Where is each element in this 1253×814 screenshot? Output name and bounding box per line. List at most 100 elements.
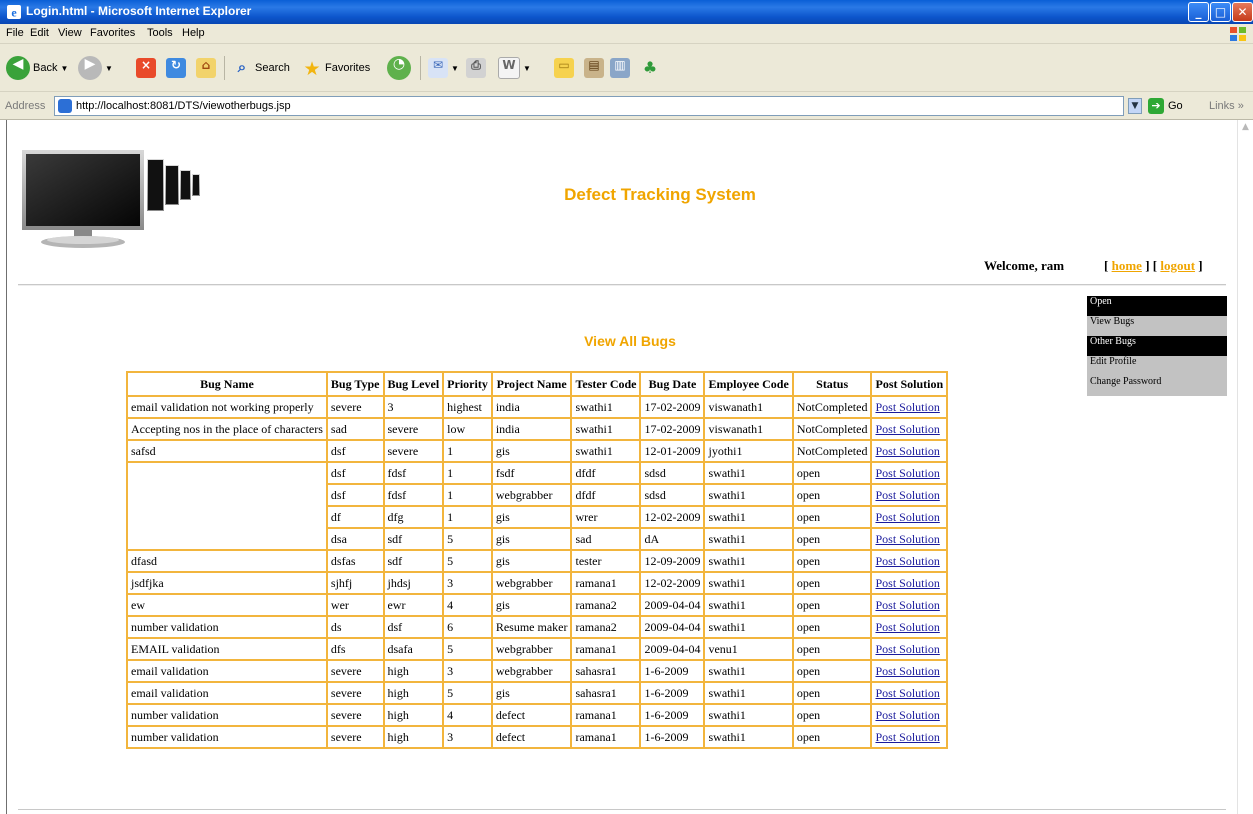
address-dropdown-button[interactable]: ▼ [1128, 98, 1142, 114]
table-cell: open [791, 637, 873, 661]
post-solution-link[interactable]: Post Solution [875, 510, 939, 524]
menu-favorites[interactable]: Favorites [90, 27, 135, 39]
side-menu-item-edit-profile[interactable]: Edit Profile [1087, 356, 1227, 376]
messenger-book-button[interactable]: ▥ [610, 54, 630, 82]
table-cell: swathi1 [703, 571, 794, 595]
print-button[interactable]: ⎙ [466, 54, 486, 82]
table-cell: gis [490, 439, 573, 463]
maximize-button[interactable]: □ [1210, 2, 1231, 22]
table-cell: 1 [442, 505, 493, 529]
table-cell: NotCompleted [791, 417, 873, 441]
table-cell: gis [490, 549, 573, 573]
table-row: email validation not working properly sev… [126, 395, 949, 419]
table-cell: open [791, 593, 873, 617]
column-header: Bug Level [382, 371, 445, 397]
welcome-message: Welcome, ram [984, 258, 1065, 273]
post-solution-link[interactable]: Post Solution [875, 620, 939, 634]
table-cell: sdsd [639, 483, 706, 507]
table-cell: Post Solution [870, 725, 949, 749]
search-button[interactable]: ⌕ Search [232, 54, 290, 82]
messenger-button[interactable]: ♣ [640, 54, 660, 82]
minimize-button[interactable]: _ [1188, 2, 1209, 22]
menu-help[interactable]: Help [182, 27, 205, 39]
logout-link[interactable]: logout [1160, 258, 1195, 273]
table-cell: email validation [126, 659, 328, 683]
side-menu-item-open[interactable]: Open [1087, 296, 1227, 316]
table-cell: fdsf [382, 483, 445, 507]
column-header: Bug Type [325, 371, 385, 397]
table-cell: webgrabber [490, 659, 573, 683]
menu-file[interactable]: File [6, 27, 24, 39]
table-cell: open [791, 725, 873, 749]
side-menu-item-other-bugs[interactable]: Other Bugs [1087, 336, 1227, 356]
back-button[interactable]: ◀ Back ▼ [6, 54, 68, 82]
table-cell: swathi1 [703, 461, 794, 485]
table-cell: webgrabber [490, 483, 573, 507]
post-solution-link[interactable]: Post Solution [875, 554, 939, 568]
table-cell: Accepting nos in the place of characters [126, 417, 328, 441]
go-button[interactable]: ➔ Go [1148, 98, 1183, 114]
column-header: Project Name [490, 371, 573, 397]
table-cell: low [442, 417, 493, 441]
table-cell: dsa [325, 527, 385, 551]
table-cell: defect [490, 703, 573, 727]
table-cell: dfg [382, 505, 445, 529]
favorites-button[interactable]: ★ Favorites [302, 54, 370, 82]
menu-view[interactable]: View [58, 27, 82, 39]
table-cell: Post Solution [870, 549, 949, 573]
table-cell: sdf [382, 549, 445, 573]
home-button[interactable]: ⌂ [196, 54, 216, 82]
post-solution-link[interactable]: Post Solution [875, 532, 939, 546]
edit-button[interactable]: W ▼ [498, 54, 531, 82]
links-button[interactable]: Links » [1209, 100, 1244, 112]
menu-tools[interactable]: Tools [147, 27, 173, 39]
side-menu-item-change-password[interactable]: Change Password [1087, 376, 1227, 396]
table-cell: swathi1 [570, 417, 642, 441]
table-cell: gis [490, 505, 573, 529]
post-solution-link[interactable]: Post Solution [875, 664, 939, 678]
table-cell: open [791, 615, 873, 639]
stop-button[interactable]: × [136, 54, 156, 82]
post-solution-link[interactable]: Post Solution [875, 400, 939, 414]
header-divider [18, 284, 1226, 286]
table-cell: severe [325, 395, 385, 419]
header-nav-links: [ home ] [ logout ] [1104, 258, 1203, 273]
history-button[interactable]: ◔ [387, 54, 411, 82]
refresh-button[interactable]: ↻ [166, 54, 186, 82]
folder-button[interactable]: ▭ [554, 54, 574, 82]
research-button[interactable]: ▤ [584, 54, 604, 82]
column-header: Employee Code [703, 371, 794, 397]
toolbar-separator [224, 56, 225, 80]
post-solution-link[interactable]: Post Solution [875, 598, 939, 612]
table-cell: dfdf [570, 461, 642, 485]
table-cell: dsafa [382, 637, 445, 661]
close-button[interactable]: ✕ [1232, 2, 1253, 22]
post-solution-link[interactable]: Post Solution [875, 488, 939, 502]
post-solution-link[interactable]: Post Solution [875, 444, 939, 458]
post-solution-link[interactable]: Post Solution [875, 642, 939, 656]
table-cell: open [791, 505, 873, 529]
post-solution-link[interactable]: Post Solution [875, 466, 939, 480]
post-solution-link[interactable]: Post Solution [875, 686, 939, 700]
table-cell: tester [570, 549, 642, 573]
page-title: View All Bugs [584, 333, 676, 349]
table-cell: open [791, 659, 873, 683]
table-cell: webgrabber [490, 637, 573, 661]
forward-button[interactable]: ▶ ▼ [78, 54, 113, 82]
column-header: Priority [442, 371, 493, 397]
table-cell: Post Solution [870, 703, 949, 727]
scroll-up-icon[interactable]: ▲ [1240, 122, 1251, 132]
post-solution-link[interactable]: Post Solution [875, 576, 939, 590]
post-solution-link[interactable]: Post Solution [875, 422, 939, 436]
menu-edit[interactable]: Edit [30, 27, 49, 39]
side-menu-item-view-bugs[interactable]: View Bugs [1087, 316, 1227, 336]
table-cell: Post Solution [870, 461, 949, 485]
vertical-scrollbar[interactable]: ▲ [1237, 120, 1253, 814]
mail-button[interactable]: ✉ ▼ [428, 54, 459, 82]
post-solution-link[interactable]: Post Solution [875, 730, 939, 744]
address-input[interactable]: http://localhost:8081/DTS/viewotherbugs.… [54, 96, 1124, 116]
table-cell: 4 [442, 703, 493, 727]
post-solution-link[interactable]: Post Solution [875, 708, 939, 722]
home-link[interactable]: home [1112, 258, 1142, 273]
monitors-logo [22, 150, 200, 248]
